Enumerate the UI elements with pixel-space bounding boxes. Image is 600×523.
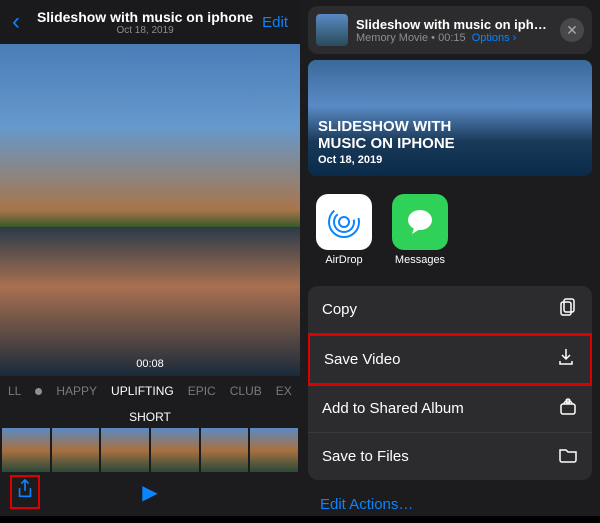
timecode: 00:08 xyxy=(136,358,164,370)
messages-icon xyxy=(392,194,448,250)
edit-button[interactable]: Edit xyxy=(262,14,288,31)
thumbnail[interactable] xyxy=(101,428,149,472)
close-icon[interactable]: ✕ xyxy=(560,18,584,42)
share-item-card: Slideshow with music on iphone Memory Mo… xyxy=(308,6,592,54)
share-sheet-panel: Slideshow with music on iphone Memory Mo… xyxy=(300,0,600,516)
mood-option-selected[interactable]: UPLIFTING xyxy=(111,384,174,398)
action-label: Add to Shared Album xyxy=(322,400,464,417)
subtitle: Oct 18, 2019 xyxy=(28,25,262,36)
title: Slideshow with music on iphone xyxy=(28,9,262,25)
messages-app[interactable]: Messages xyxy=(392,194,448,266)
thumbnail-strip[interactable] xyxy=(0,428,300,472)
video-preview[interactable]: 00:08 xyxy=(0,44,300,376)
thumbnail[interactable] xyxy=(250,428,298,472)
mood-option[interactable]: HAPPY xyxy=(56,384,97,398)
copy-action[interactable]: Copy xyxy=(308,286,592,334)
video-preview-card: SLIDESHOW WITH MUSIC ON IPHONE Oct 18, 2… xyxy=(308,60,592,176)
save-video-action[interactable]: Save Video xyxy=(308,333,592,386)
play-icon[interactable]: ▶ xyxy=(142,480,157,505)
share-apps-row: AirDrop Messages xyxy=(300,180,600,280)
preview-title-line1: SLIDESHOW WITH xyxy=(318,119,582,136)
mood-option[interactable]: LL xyxy=(8,384,21,398)
mood-option[interactable]: CLUB xyxy=(230,384,262,398)
mood-selector[interactable]: LL HAPPY UPLIFTING EPIC CLUB EX xyxy=(0,376,300,406)
options-button[interactable]: Options › xyxy=(472,32,517,44)
header: ‹ Slideshow with music on iphone Oct 18,… xyxy=(0,0,300,44)
action-label: Save to Files xyxy=(322,448,409,465)
action-label: Copy xyxy=(322,301,357,318)
preview-title-line2: MUSIC ON IPHONE xyxy=(318,136,582,153)
mood-indicator-icon xyxy=(35,388,42,395)
bottom-toolbar: ▶ xyxy=(0,472,300,512)
shared-album-icon xyxy=(558,396,578,421)
edit-actions-button[interactable]: Edit Actions… xyxy=(300,486,600,523)
share-icon[interactable] xyxy=(16,482,34,504)
header-title: Slideshow with music on iphone Oct 18, 2… xyxy=(28,9,262,36)
download-icon xyxy=(556,347,576,372)
thumbnail[interactable] xyxy=(2,428,50,472)
thumbnail[interactable] xyxy=(52,428,100,472)
app-label: Messages xyxy=(392,254,448,266)
folder-icon xyxy=(558,444,578,469)
mood-option[interactable]: EPIC xyxy=(188,384,216,398)
back-icon[interactable]: ‹ xyxy=(12,8,20,36)
memory-editor-panel: ‹ Slideshow with music on iphone Oct 18,… xyxy=(0,0,300,516)
airdrop-icon xyxy=(316,194,372,250)
card-thumbnail xyxy=(316,14,348,46)
actions-list: Copy Save Video Add to Shared Album Save… xyxy=(308,286,592,480)
preview-date: Oct 18, 2019 xyxy=(318,154,582,166)
action-label: Save Video xyxy=(324,351,400,368)
share-button-highlight xyxy=(10,475,40,509)
thumbnail[interactable] xyxy=(151,428,199,472)
card-title: Slideshow with music on iphone xyxy=(356,17,552,32)
save-files-action[interactable]: Save to Files xyxy=(308,433,592,480)
duration-label[interactable]: SHORT xyxy=(0,406,300,428)
airdrop-app[interactable]: AirDrop xyxy=(316,194,372,266)
thumbnail[interactable] xyxy=(201,428,249,472)
mood-option[interactable]: EX xyxy=(276,384,292,398)
add-shared-album-action[interactable]: Add to Shared Album xyxy=(308,385,592,433)
app-label: AirDrop xyxy=(316,254,372,266)
copy-icon xyxy=(558,297,578,322)
card-subtitle: Memory Movie • 00:15 Options › xyxy=(356,32,552,44)
